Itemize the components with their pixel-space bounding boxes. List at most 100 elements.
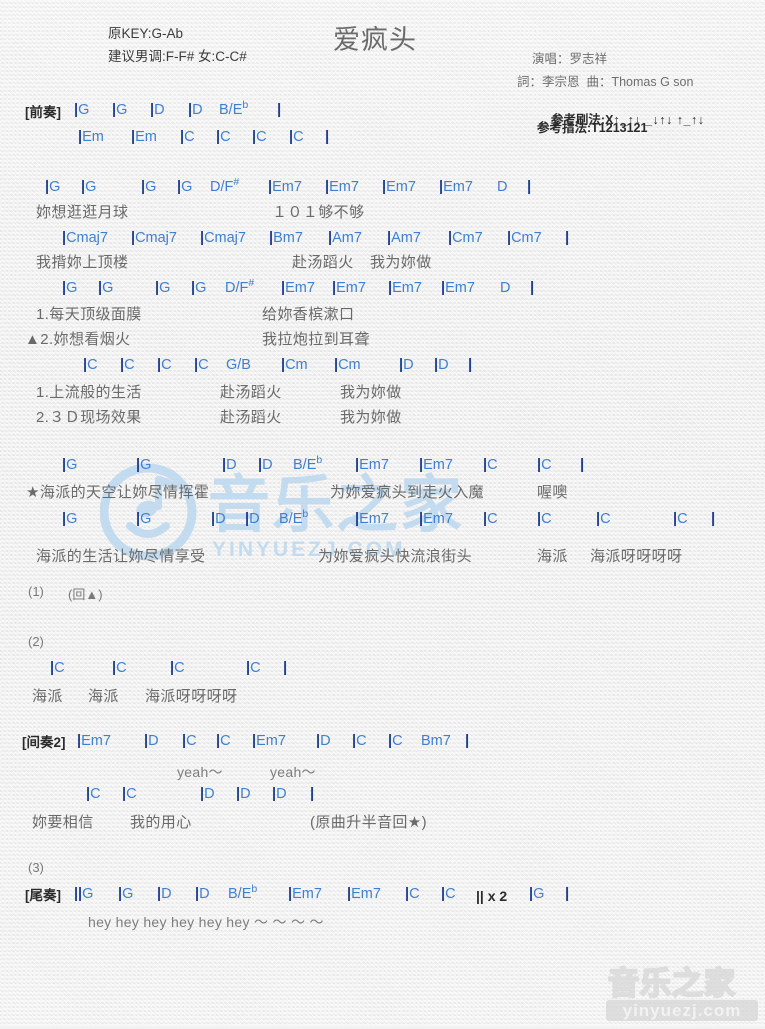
chord-cm: |Cm <box>334 357 361 373</box>
chord-c: |C <box>405 886 420 902</box>
lyric-interlude2-d: 我的用心 <box>130 814 192 831</box>
chord-em7: |Em7 <box>77 733 111 749</box>
chord-d: |D <box>399 357 414 373</box>
chord-g: |G <box>98 280 114 296</box>
bar-line: | <box>530 279 535 296</box>
chord-em7: |Em7 <box>439 179 473 195</box>
chord-c: |C <box>289 129 304 145</box>
lyric-chorus2-d: 海派呀呀呀呀 <box>590 548 683 565</box>
singer-credit: 演唱：罗志祥 <box>532 52 608 66</box>
chord-g: |G <box>136 457 152 473</box>
lyric-verse2-2b: 我拉炮拉到耳聋 <box>262 331 370 348</box>
chord-em7: |Em7 <box>382 179 416 195</box>
chord-d: |D <box>272 786 287 802</box>
chord-em7: |Em7 <box>355 457 389 473</box>
chord-d: |D <box>245 511 260 527</box>
lyric-verse1-2a: 我揹妳上顶楼 <box>36 254 129 271</box>
paragraph-number-1: (1) <box>28 584 44 599</box>
chord-c: |C <box>120 357 135 373</box>
chord-c: |C <box>157 357 172 373</box>
page-title: 爱疯头 <box>333 25 417 55</box>
repeat-marker-x2: || x 2 <box>476 888 508 904</box>
writer-credit: 詞：李宗恩 曲：Thomas G son <box>517 75 694 89</box>
chord-be: B/Eb <box>219 99 249 118</box>
chord-d: |D <box>195 886 210 902</box>
bar-line: | <box>465 732 470 749</box>
chord-d: |D <box>222 457 237 473</box>
chord-bm7: Bm7 <box>421 733 451 749</box>
chord-em7: |Em7 <box>419 511 453 527</box>
bar-line: | <box>468 356 473 373</box>
chord-row: |Em7 |D |C |C |Em7 |D |C |C Bm7 | <box>0 732 765 752</box>
lyric-verse2-1b: 给妳香槟漱口 <box>262 306 355 323</box>
lyric-para2-c: 海派呀呀呀呀 <box>145 688 238 705</box>
chord-c: |C <box>441 886 456 902</box>
chord-cmaj7: |Cmaj7 <box>62 230 108 246</box>
paragraph-1-note: (回▲) <box>68 587 103 602</box>
chord-row: |G |G |D |D B/Eb |Em7 |Em7 |C |C | <box>0 454 765 476</box>
chord-cmaj7: |Cmaj7 <box>131 230 177 246</box>
lyric-interlude2-a: yeah～ <box>177 764 223 780</box>
suggested-key-label: 建议男调:F-F# 女:C-C# <box>108 49 247 64</box>
chord-row: |G |G |G |G D/F# |Em7 |Em7 |Em7 |Em7 D | <box>0 277 765 299</box>
chord-em: |Em <box>78 129 104 145</box>
chord-em7: |Em7 <box>325 179 359 195</box>
chord-em7: |Em7 <box>281 280 315 296</box>
chord-g: ||G <box>74 886 94 902</box>
chord-d: |D <box>144 733 159 749</box>
chord-d: |D <box>200 786 215 802</box>
paragraph-number-3: (3) <box>28 860 44 875</box>
chord-g: |G <box>81 179 97 195</box>
chord-em7: |Em7 <box>268 179 302 195</box>
chord-d: |D <box>316 733 331 749</box>
lyric-verse2-4c: 我为妳做 <box>340 409 402 426</box>
chord-cm7: |Cm7 <box>507 230 542 246</box>
chord-gb: G/B <box>226 357 251 373</box>
bar-line: | <box>565 885 570 902</box>
chord-be: B/Eb <box>293 454 323 473</box>
chord-g: |G <box>62 511 78 527</box>
bar-line: | <box>711 510 716 527</box>
lyric-para2-b: 海派 <box>88 688 119 705</box>
lyric-verse2-3a: 1.上流般的生活 <box>36 384 142 401</box>
lyric-verse1-1b: １０１够不够 <box>272 204 365 221</box>
chord-c: |C <box>673 511 688 527</box>
chord-d: |D <box>157 886 172 902</box>
lyric-para2-a: 海派 <box>32 688 63 705</box>
bar-line: | <box>580 456 585 473</box>
lyric-verse2-4b: 赴汤蹈火 <box>220 409 282 426</box>
lyric-verse2-3b: 赴汤蹈火 <box>220 384 282 401</box>
chord-c: |C <box>388 733 403 749</box>
chord-df: D/F# <box>210 176 240 195</box>
chord-g: |G <box>141 179 157 195</box>
chord-c: |C <box>180 129 195 145</box>
chord-row: |C |C |C |C G/B |Cm |Cm |D |D | <box>0 356 765 376</box>
lyric-verse2-1a: 1.每天顶级面膜 <box>36 306 142 323</box>
chord-g: |G <box>45 179 61 195</box>
chord-g: |G <box>529 886 545 902</box>
chord-d: |D <box>150 102 165 118</box>
chord-df: D/F# <box>225 277 255 296</box>
lyric-chorus2-a: 海派的生活让妳尽情享受 <box>36 548 206 565</box>
chord-c: |C <box>112 660 127 676</box>
chord-be: B/Eb <box>279 508 309 527</box>
lyric-interlude2-c: 妳要相信 <box>32 814 94 831</box>
chord-row: ||G |G |D |D B/Eb |Em7 |Em7 |C |C |G | <box>0 884 765 905</box>
lyric-verse1-2c: 我为妳做 <box>370 254 432 271</box>
lyric-verse2-4a: 2.３Ｄ现场效果 <box>36 409 142 426</box>
lyric-chorus2-c: 海派 <box>537 548 568 565</box>
lyric-interlude2-b: yeah～ <box>270 764 316 780</box>
chord-am7: |Am7 <box>387 230 421 246</box>
chord-c: |C <box>182 733 197 749</box>
chord-em7: |Em7 <box>288 886 322 902</box>
chord-g: |G <box>136 511 152 527</box>
chord-row: |G |G |D |D B/Eb |Em7 |Em7 |C |C |C |C | <box>0 508 765 530</box>
lyric-chorus1-b: 为妳爱疯头到走火入魔 <box>330 484 485 501</box>
chord-c: |C <box>86 786 101 802</box>
chord-g: |G <box>155 280 171 296</box>
lyric-chorus1-a: ★海派的天空让妳尽情挥霍 <box>26 484 210 501</box>
original-key-label: 原KEY:G-Ab <box>108 26 184 41</box>
chord-c: |C <box>194 357 209 373</box>
lyric-verse1-2b: 赴汤蹈火 <box>292 254 354 271</box>
bar-line: | <box>325 128 330 145</box>
